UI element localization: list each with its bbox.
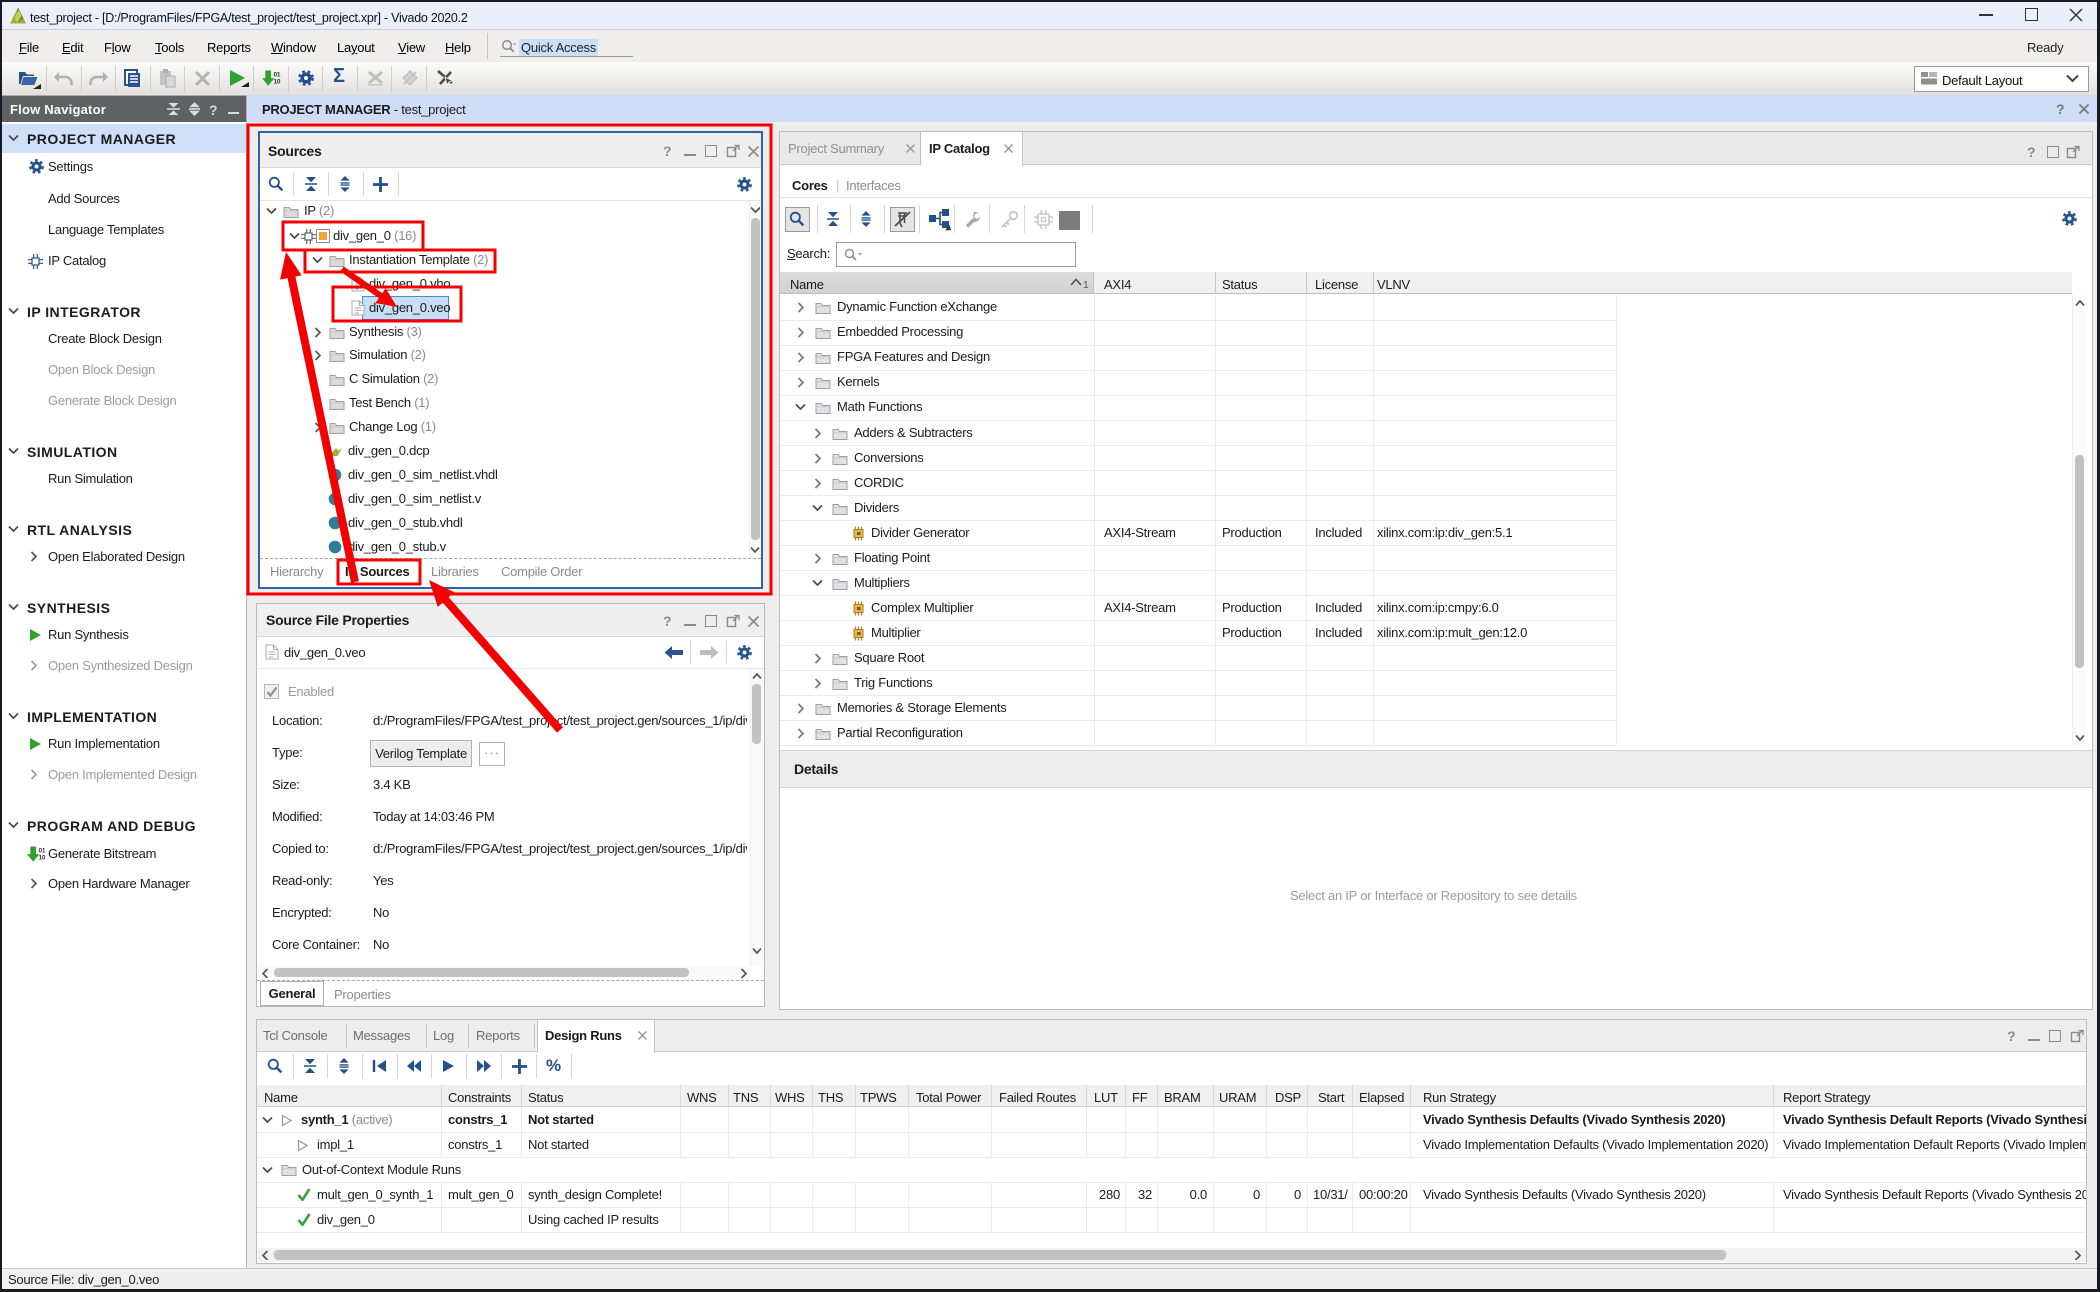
svg-text:10: 10 [39,855,46,862]
svg-text:01: 01 [39,848,46,855]
svg-text:10: 10 [274,79,281,86]
svg-text:01: 01 [274,72,281,79]
